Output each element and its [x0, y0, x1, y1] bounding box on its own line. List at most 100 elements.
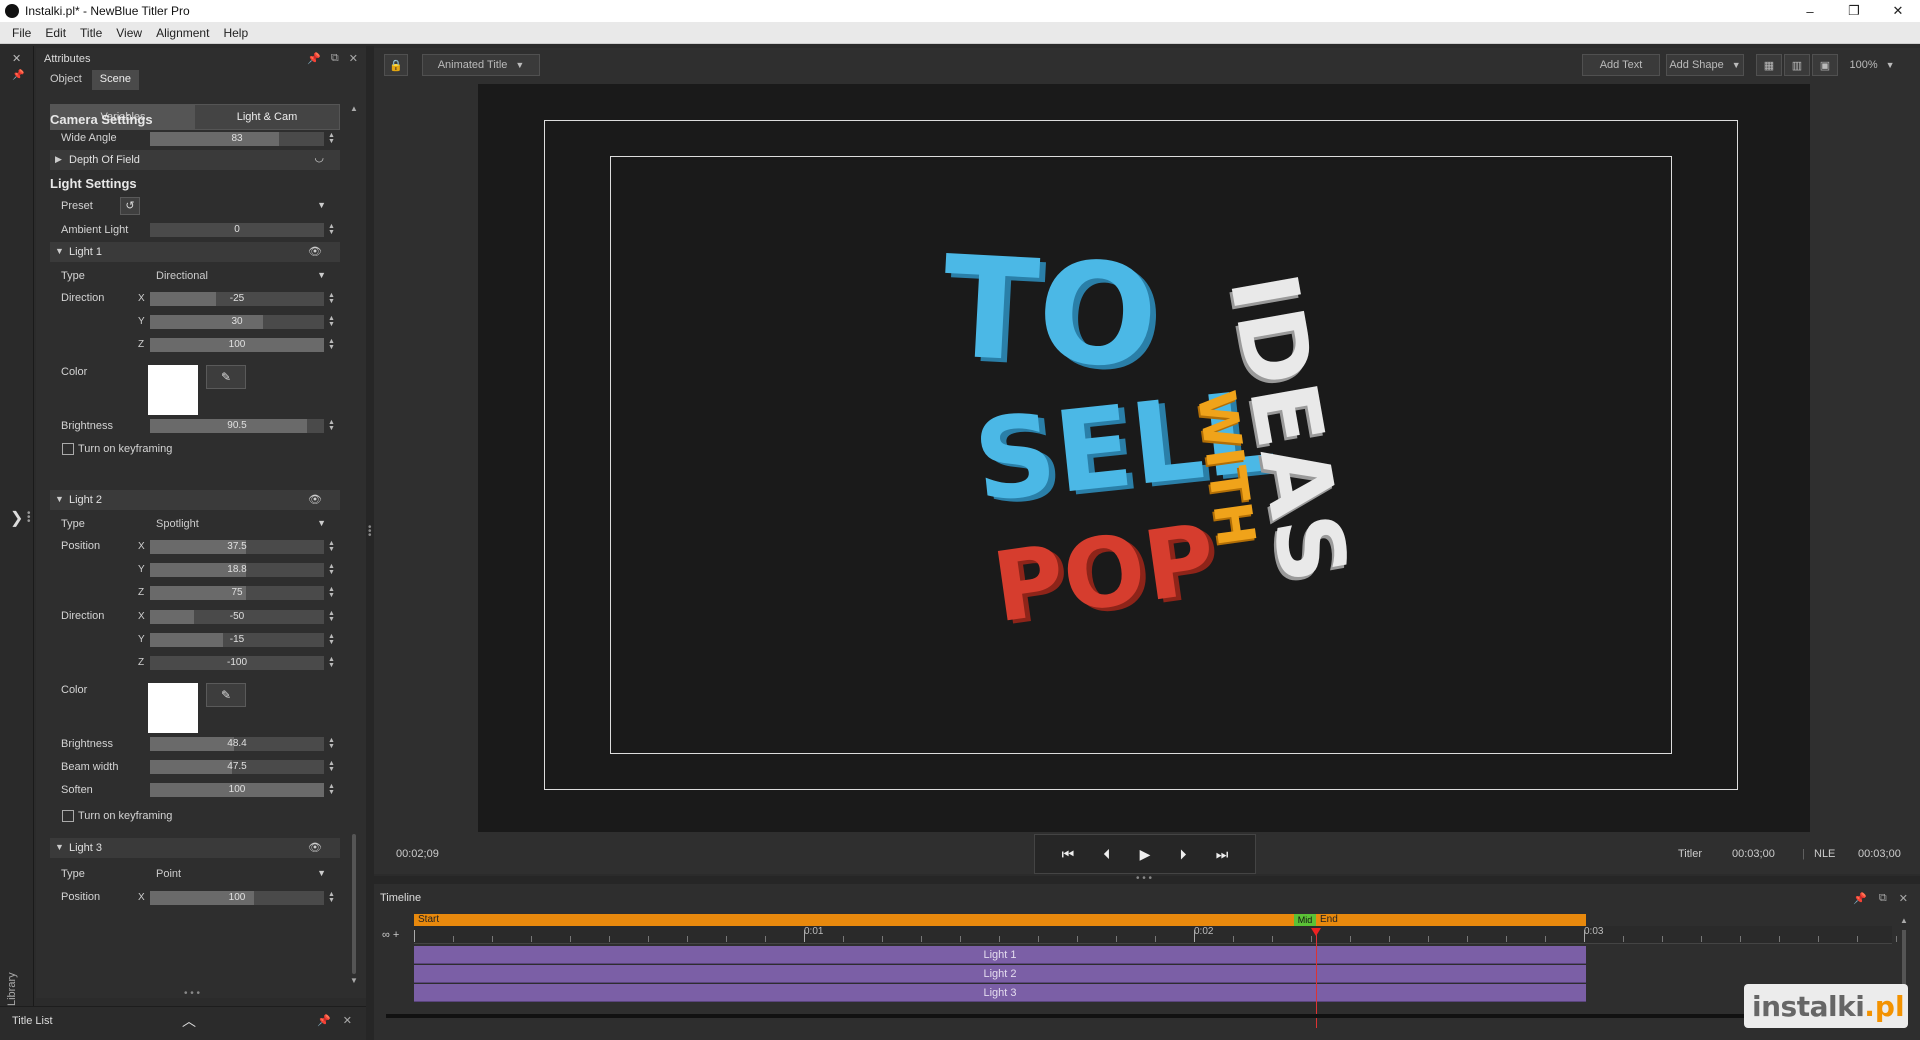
spinner-arrows-icon[interactable]: ▲ ▼	[328, 132, 335, 145]
light2-direction-x-slider[interactable]: -50	[150, 610, 324, 624]
light2-direction-z-slider[interactable]: -100	[150, 656, 324, 670]
scroll-down-icon[interactable]: ▼	[350, 976, 358, 985]
ambient-light-slider[interactable]: 0	[150, 223, 324, 237]
visibility-eye-icon[interactable]: 👁	[308, 245, 322, 258]
zoom-dropdown[interactable]: 100% ▼	[1844, 54, 1900, 76]
eyedropper-icon[interactable]: ✎	[206, 365, 246, 389]
step-forward-icon[interactable]: ⏵	[1180, 846, 1187, 863]
wide-angle-slider[interactable]: 83	[150, 132, 324, 146]
light2-keyframing-checkbox[interactable]	[62, 810, 74, 822]
close-window-button[interactable]: ✕	[1876, 0, 1920, 22]
light1-direction-x-slider[interactable]: -25	[150, 292, 324, 306]
scroll-up-icon[interactable]: ▲	[350, 104, 358, 113]
spinner-arrows-icon[interactable]: ▲ ▼	[328, 223, 335, 236]
tab-object[interactable]: Object	[42, 70, 90, 90]
timeline-ruler[interactable]: 0:01 0:02 0:03	[414, 926, 1897, 944]
light2-position-x-slider[interactable]: 37.5	[150, 540, 324, 554]
track-light-1[interactable]: Light 1	[414, 946, 1586, 964]
spinner-arrows-icon[interactable]: ▲ ▼	[328, 760, 335, 773]
close-icon[interactable]: ✕	[12, 52, 21, 65]
expand-arrow-icon[interactable]: ❯	[10, 508, 23, 528]
skip-to-start-icon[interactable]: ⏮	[1062, 846, 1075, 863]
spinner-arrows-icon[interactable]: ▲ ▼	[328, 737, 335, 750]
scroll-up-icon[interactable]: ▲	[1900, 916, 1908, 925]
pin-icon[interactable]: 📌	[12, 70, 24, 81]
light1-color-swatch[interactable]	[148, 365, 198, 415]
minimize-button[interactable]: –	[1788, 0, 1832, 22]
spinner-arrows-icon[interactable]: ▲ ▼	[328, 540, 335, 553]
spinner-arrows-icon[interactable]: ▲ ▼	[328, 292, 335, 305]
spinner-arrows-icon[interactable]: ▲ ▼	[328, 419, 335, 432]
pin-icon[interactable]: 📌	[317, 1014, 331, 1027]
light2-position-y-slider[interactable]: 18.8	[150, 563, 324, 577]
menu-view[interactable]: View	[109, 26, 149, 40]
spinner-arrows-icon[interactable]: ▲ ▼	[328, 586, 335, 599]
grid-icon[interactable]: ▦	[1756, 54, 1782, 76]
light3-position-x-slider[interactable]: 100	[150, 891, 324, 905]
safe-area-icon[interactable]: ▣	[1812, 54, 1838, 76]
chevron-up-icon[interactable]: ︿	[182, 1011, 196, 1031]
drag-handle-icon[interactable]: • • •	[27, 509, 31, 527]
link-icon[interactable]: ∞ +	[382, 929, 399, 941]
pin-icon[interactable]: 📌	[1853, 892, 1867, 905]
attributes-scrollbar[interactable]: ▲ ▼	[350, 104, 358, 985]
visibility-eye-icon[interactable]: 👁	[308, 841, 322, 854]
spinner-arrows-icon[interactable]: ▲ ▼	[328, 891, 335, 904]
spinner-arrows-icon[interactable]: ▲ ▼	[328, 633, 335, 646]
light2-type-dropdown[interactable]: Spotlight ▼	[150, 516, 328, 532]
eyedropper-icon[interactable]: ✎	[206, 683, 246, 707]
toggle-curve-icon[interactable]: ◡	[314, 151, 324, 164]
add-shape-dropdown[interactable]: Add Shape ▼	[1666, 54, 1744, 76]
title-duration-bar[interactable]: Start Mid End	[414, 914, 1586, 926]
spinner-arrows-icon[interactable]: ▲ ▼	[328, 783, 335, 796]
ruler-icon[interactable]: ▥	[1784, 54, 1810, 76]
light2-group-header[interactable]: ▼ Light 2 👁	[50, 490, 340, 510]
timeline-horizontal-scrollbar[interactable]	[386, 1014, 1886, 1018]
menu-edit[interactable]: Edit	[38, 26, 73, 40]
mid-marker[interactable]: Mid	[1294, 914, 1316, 926]
light2-color-swatch[interactable]	[148, 683, 198, 733]
spinner-arrows-icon[interactable]: ▲ ▼	[328, 610, 335, 623]
playhead-knob[interactable]	[1311, 928, 1321, 936]
pin-icon[interactable]: 📌	[307, 52, 321, 65]
close-panel-icon[interactable]: ✕	[1899, 892, 1908, 905]
light2-beam-width-slider[interactable]: 47.5	[150, 760, 324, 774]
skip-to-end-icon[interactable]: ⏭	[1216, 846, 1229, 863]
horizontal-splitter[interactable]: • • •	[374, 873, 1920, 884]
add-text-button[interactable]: Add Text	[1582, 54, 1660, 76]
title-artwork[interactable]: TO TO SELL SELL POP POP IDEAS IDEAS WITH…	[938, 244, 1378, 684]
menu-help[interactable]: Help	[216, 26, 255, 40]
resize-handle-icon[interactable]: • • •	[184, 988, 200, 999]
subtab-light-cam[interactable]: Light & Cam	[195, 105, 339, 129]
menu-title[interactable]: Title	[73, 26, 109, 40]
tab-scene[interactable]: Scene	[91, 70, 139, 90]
light1-type-dropdown[interactable]: Directional ▼	[150, 268, 328, 284]
lock-icon[interactable]: 🔒	[384, 54, 408, 76]
title-type-dropdown[interactable]: Animated Title ▼	[422, 54, 540, 76]
track-light-2[interactable]: Light 2	[414, 965, 1586, 983]
close-panel-icon[interactable]: ✕	[349, 52, 358, 65]
play-icon[interactable]: ▶	[1140, 846, 1151, 863]
light1-direction-z-slider[interactable]: 100	[150, 338, 324, 352]
visibility-eye-icon[interactable]: 👁	[308, 493, 322, 506]
light2-position-z-slider[interactable]: 75	[150, 586, 324, 600]
spinner-arrows-icon[interactable]: ▲ ▼	[328, 656, 335, 669]
light1-keyframing-checkbox[interactable]	[62, 443, 74, 455]
step-back-icon[interactable]: ⏴	[1103, 846, 1110, 863]
depth-of-field-row[interactable]: ▶ Depth Of Field ◡	[50, 150, 340, 170]
menu-alignment[interactable]: Alignment	[149, 26, 216, 40]
spinner-arrows-icon[interactable]: ▲ ▼	[328, 315, 335, 328]
vertical-splitter[interactable]: • • •	[366, 46, 374, 1040]
light3-type-dropdown[interactable]: Point ▼	[150, 866, 328, 882]
menu-file[interactable]: File	[0, 26, 38, 40]
reset-icon[interactable]: ↺	[120, 197, 140, 215]
library-tab[interactable]: Library	[6, 972, 18, 1006]
float-window-icon[interactable]: ⧉	[331, 52, 339, 65]
scrollbar-thumb[interactable]	[352, 834, 356, 974]
light2-brightness-slider[interactable]: 48.4	[150, 737, 324, 751]
light1-brightness-slider[interactable]: 90.5	[150, 419, 324, 433]
track-light-3[interactable]: Light 3	[414, 984, 1586, 1002]
light2-soften-slider[interactable]: 100	[150, 783, 324, 797]
light1-direction-y-slider[interactable]: 30	[150, 315, 324, 329]
light2-direction-y-slider[interactable]: -15	[150, 633, 324, 647]
